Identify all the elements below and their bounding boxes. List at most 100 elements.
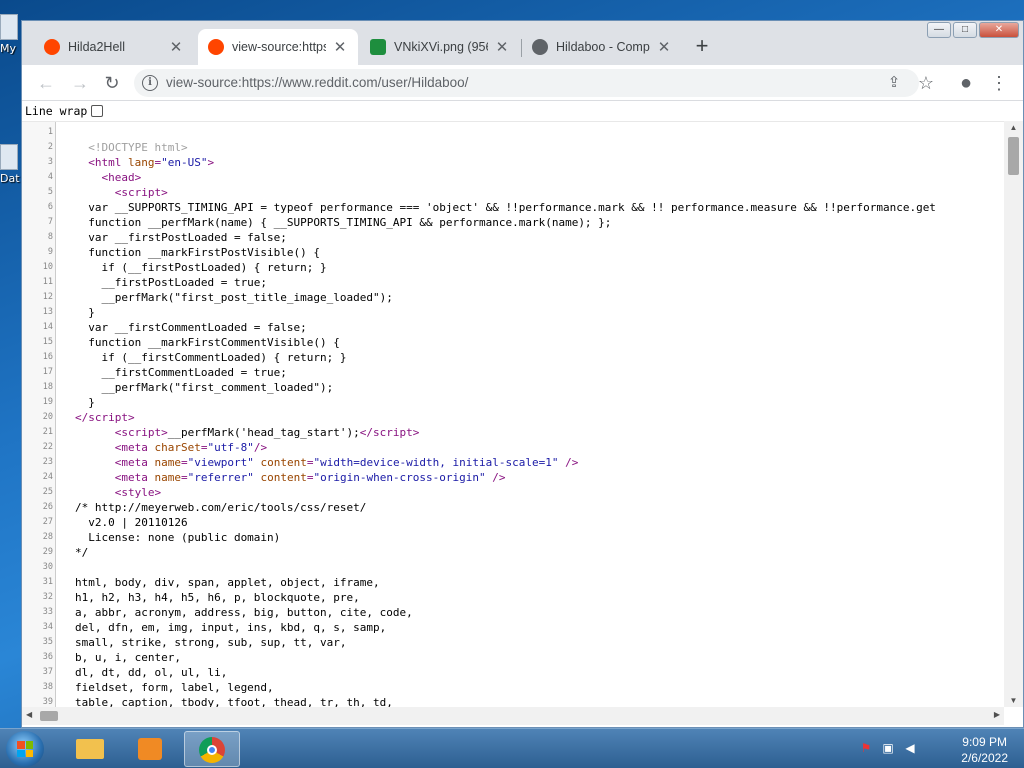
line-code: if (__firstCommentLoaded) { return; } [75,351,347,364]
tab-hildaboo[interactable]: Hildaboo - Compa ✕ [522,29,682,65]
new-tab-button[interactable]: + [690,35,714,59]
line-number: 23 [42,457,53,467]
vertical-scrollbar[interactable]: ▲ ▼ [1004,121,1023,707]
source-line: 7 function __perfMark(name) { __SUPPORTS… [22,215,1004,230]
source-line: 5 <script> [22,185,1004,200]
close-icon[interactable]: ✕ [332,38,348,56]
line-number: 1 [47,127,53,137]
line-code: <head> [101,171,142,184]
source-view: 12 <!DOCTYPE html> 3 <html lang="en-US"> 4… [22,121,1004,707]
close-icon[interactable]: ✕ [656,38,672,56]
desktop-icon-data[interactable]: Dat [0,144,22,185]
line-number: 39 [42,697,53,707]
taskbar-media-player[interactable] [122,731,178,767]
source-line: 25 <style> [22,485,1004,500]
scroll-right-icon[interactable]: ▶ [994,710,1000,719]
line-number: 28 [42,532,53,542]
line-number: 13 [42,307,53,317]
line-number: 6 [47,202,53,212]
tab-title: Hilda2Hell [68,40,125,54]
line-code: b, u, i, center, [75,651,181,664]
line-number: 33 [42,607,53,617]
scroll-down-icon[interactable]: ▼ [1004,696,1023,705]
tab-title: VNkiXVi.png (956 [394,40,488,54]
line-number: 14 [42,322,53,332]
line-number: 24 [42,472,53,482]
source-line: 20 </script> [22,410,1004,425]
source-line: 14 var __firstCommentLoaded = false; [22,320,1004,335]
line-number: 12 [42,292,53,302]
line-code: h1, h2, h3, h4, h5, h6, p, blockquote, p… [75,591,360,604]
source-line: 10 if (__firstPostLoaded) { return; } [22,260,1004,275]
tab-title: Hildaboo - Compa [556,40,650,54]
scrollbar-thumb[interactable] [1008,137,1019,175]
line-code: License: none (public domain) [75,531,281,544]
line-number: 37 [42,667,53,677]
line-number: 27 [42,517,53,527]
line-number: 31 [42,577,53,587]
tab-view-source[interactable]: view-source:https:// ✕ [198,29,358,65]
profile-icon[interactable]: ● [954,71,978,95]
scroll-up-icon[interactable]: ▲ [1004,123,1023,132]
source-line: 18 __perfMark("first_comment_loaded"); [22,380,1004,395]
bookmark-star-icon[interactable]: ☆ [914,71,938,95]
line-number: 10 [42,262,53,272]
url-text[interactable]: view-source:https://www.reddit.com/user/… [166,75,468,90]
source-line: 1 [22,125,1004,140]
line-code: function __perfMark(name) { __SUPPORTS_T… [75,216,612,229]
clock-date: 2/6/2022 [961,751,1008,765]
scrollbar-thumb[interactable] [40,711,58,721]
source-line: 38 fieldset, form, label, legend, [22,680,1004,695]
source-line: 9 function __markFirstPostVisible() { [22,245,1004,260]
line-code: } [75,396,95,409]
line-wrap-checkbox[interactable] [91,105,104,117]
window-close-button[interactable]: ✕ [979,22,1019,38]
source-line: 13 } [22,305,1004,320]
line-number: 3 [47,157,53,167]
line-number: 18 [42,382,53,392]
close-icon[interactable]: ✕ [168,38,184,56]
tab-hilda2hell[interactable]: Hilda2Hell ✕ [34,29,194,65]
reload-button[interactable]: ↻ [100,71,124,95]
line-number: 22 [42,442,53,452]
close-icon[interactable]: ✕ [494,38,510,56]
back-button[interactable]: ← [34,71,58,95]
share-icon[interactable]: ⇪ [882,71,906,95]
source-line: 22 <meta charSet="utf-8"/> [22,440,1004,455]
maximize-button[interactable]: □ [953,22,977,38]
minimize-button[interactable]: — [927,22,951,38]
source-line: 27 v2.0 | 20110126 [22,515,1004,530]
source-line: 12 __perfMark("first_post_title_image_lo… [22,290,1004,305]
forward-button[interactable]: → [68,71,92,95]
system-clock[interactable]: 9:09 PM 2/6/2022 [961,734,1008,766]
windows-logo-icon [17,741,33,757]
desktop-icon-my-computer[interactable]: My [0,14,22,55]
horizontal-scrollbar[interactable]: ◀ ▶ [22,707,1004,725]
info-icon[interactable]: i [142,75,158,91]
line-code: fieldset, form, label, legend, [75,681,274,694]
menu-icon[interactable]: ⋮ [987,71,1011,95]
start-button[interactable] [6,731,44,767]
line-wrap-control[interactable]: Line wrap [25,103,104,119]
line-number: 38 [42,682,53,692]
system-tray: ⚑ ▣ ◀ 9:09 PM 2/6/2022 [854,729,1024,768]
line-code: html, body, div, span, applet, object, i… [75,576,380,589]
tab-vnkixvi-png[interactable]: VNkiXVi.png (956 ✕ [360,29,520,65]
line-code: table, caption, tbody, tfoot, thead, tr,… [75,696,393,707]
source-line: 29 */ [22,545,1004,560]
line-code: small, strike, strong, sub, sup, tt, var… [75,636,347,649]
folder-icon [0,144,18,170]
folder-icon [76,739,104,759]
taskbar-file-explorer[interactable] [62,731,118,767]
address-bar[interactable]: i view-source:https://www.reddit.com/use… [134,69,919,97]
action-center-icon[interactable]: ⚑ [858,741,874,757]
line-number: 11 [42,277,53,287]
volume-icon[interactable]: ◀ [902,741,918,757]
scroll-left-icon[interactable]: ◀ [26,710,32,719]
source-line: 28 License: none (public domain) [22,530,1004,545]
line-code: */ [75,546,89,559]
taskbar-chrome[interactable] [184,731,240,767]
line-code: var __firstPostLoaded = false; [75,231,287,244]
network-icon[interactable]: ▣ [880,741,896,757]
